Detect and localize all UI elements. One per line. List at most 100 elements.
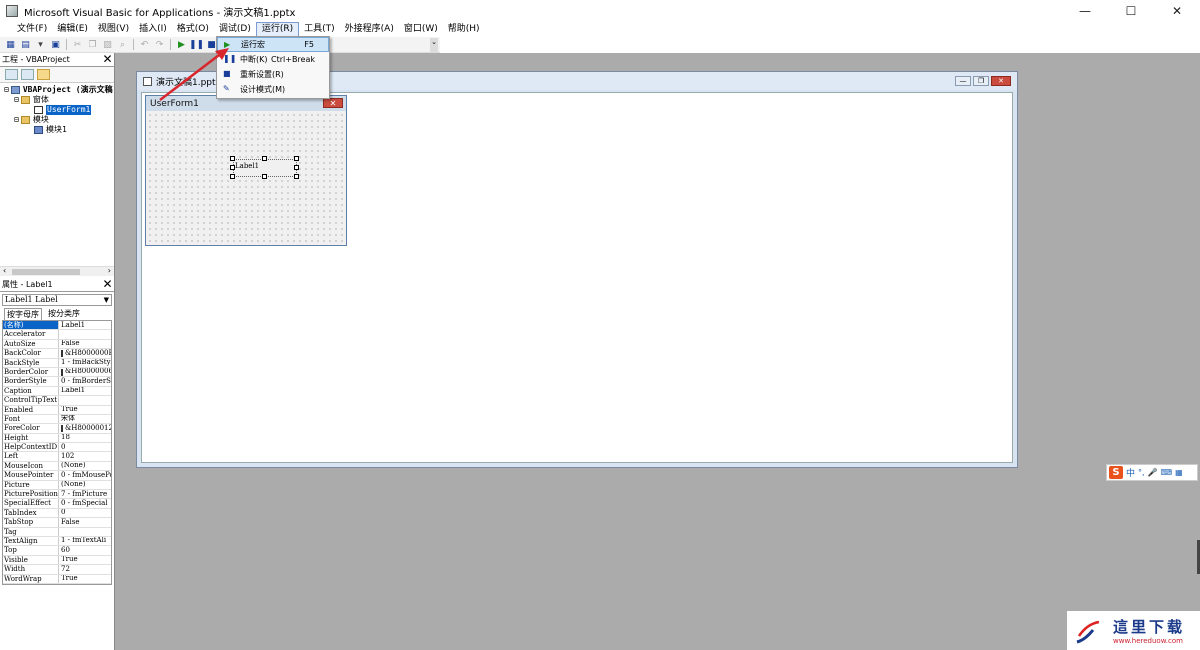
property-value[interactable] bbox=[59, 330, 111, 338]
view-code-icon[interactable] bbox=[5, 69, 18, 80]
property-value[interactable]: 宋体 bbox=[59, 415, 111, 423]
property-row[interactable]: Accelerator bbox=[3, 330, 111, 340]
scroll-left-icon[interactable]: ‹ bbox=[3, 266, 6, 275]
toggle-folders-icon[interactable] bbox=[37, 69, 50, 80]
property-row[interactable]: Height 18 bbox=[3, 433, 111, 444]
menu-edit[interactable]: 编辑(E) bbox=[52, 22, 93, 37]
tree-node-forms-folder[interactable]: ⊟ 窗体 bbox=[4, 95, 114, 105]
property-value[interactable]: True bbox=[59, 575, 111, 583]
tree-node-userform1[interactable]: UserForm1 bbox=[4, 105, 114, 115]
property-row[interactable]: Width 72 bbox=[3, 565, 111, 575]
view-host-app-icon[interactable]: ▦ bbox=[4, 39, 17, 51]
property-row[interactable]: BackColor&H8000000F& bbox=[3, 349, 111, 359]
cut-icon[interactable]: ✂ bbox=[71, 39, 84, 51]
property-value[interactable] bbox=[59, 528, 111, 536]
userform-designer[interactable]: UserForm1 ✕ Label1 bbox=[145, 95, 347, 246]
property-value[interactable]: False bbox=[59, 340, 111, 348]
property-row[interactable]: Caption Label1 bbox=[3, 386, 111, 397]
property-value[interactable]: 0 bbox=[59, 443, 111, 451]
tab-categorized[interactable]: 按分类序 bbox=[48, 308, 80, 320]
dropdown-arrow-icon[interactable]: ▾ bbox=[34, 39, 47, 51]
copy-icon[interactable]: ❐ bbox=[86, 39, 99, 51]
property-value[interactable]: Label1 bbox=[59, 321, 111, 329]
property-row[interactable]: WordWrap True bbox=[3, 574, 111, 584]
resize-handle[interactable] bbox=[294, 165, 299, 170]
menu-help[interactable]: 帮助(H) bbox=[443, 22, 485, 37]
property-row[interactable]: BackStyle1 - fmBackStyle bbox=[3, 358, 111, 368]
property-value[interactable]: False bbox=[59, 518, 111, 526]
property-row[interactable]: PicturePosition 7 - fmPicture bbox=[3, 490, 111, 500]
property-row[interactable]: TabIndex 0 bbox=[3, 508, 111, 519]
undo-icon[interactable]: ↶ bbox=[138, 39, 151, 51]
property-value[interactable]: &H80000006& bbox=[59, 368, 111, 376]
property-value[interactable]: 60 bbox=[59, 546, 111, 554]
microphone-icon[interactable]: 🎤 bbox=[1148, 468, 1158, 477]
menu-file[interactable]: 文件(F) bbox=[12, 22, 52, 37]
project-pane-close-icon[interactable]: ✕ bbox=[101, 53, 114, 66]
property-row[interactable]: BorderStyle 0 - fmBorderS bbox=[3, 377, 111, 387]
resize-handle[interactable] bbox=[262, 156, 267, 161]
property-value[interactable]: (None) bbox=[59, 481, 111, 489]
property-row[interactable]: BorderColor&H80000006& bbox=[3, 367, 111, 378]
resize-handle[interactable] bbox=[294, 174, 299, 179]
property-row[interactable]: Visible True bbox=[3, 555, 111, 566]
property-row[interactable]: MousePointer 0 - fmMousePo bbox=[3, 471, 111, 481]
close-button[interactable]: ✕ bbox=[1154, 0, 1200, 22]
resize-handle[interactable] bbox=[294, 156, 299, 161]
punctuation-icon[interactable]: °, bbox=[1138, 468, 1145, 477]
property-value[interactable]: 18 bbox=[59, 434, 111, 442]
maximize-button[interactable]: ☐ bbox=[1108, 0, 1154, 22]
property-row[interactable]: SpecialEffect 0 - fmSpecial bbox=[3, 499, 111, 509]
property-row[interactable]: Enabled True bbox=[3, 405, 111, 415]
property-row[interactable]: Left 102 bbox=[3, 452, 111, 462]
keyboard-icon[interactable]: ⌨ bbox=[1161, 468, 1173, 477]
minimize-button[interactable]: — bbox=[1062, 0, 1108, 22]
property-row[interactable]: TabStop False bbox=[3, 518, 111, 528]
property-row[interactable]: (名称) Label1 bbox=[3, 321, 111, 331]
property-value[interactable]: 102 bbox=[59, 452, 111, 460]
property-value[interactable]: True bbox=[59, 406, 111, 414]
property-value[interactable] bbox=[59, 396, 111, 404]
find-icon[interactable]: ⌕ bbox=[116, 39, 129, 51]
menu-addins[interactable]: 外接程序(A) bbox=[340, 22, 399, 37]
menu-format[interactable]: 格式(O) bbox=[172, 22, 214, 37]
tree-node-module1[interactable]: 模块1 bbox=[4, 125, 114, 135]
property-value[interactable]: True bbox=[59, 556, 111, 564]
property-row[interactable]: TextAlign 1 - fmTextAli bbox=[3, 536, 111, 547]
object-select[interactable]: Label1 Label ▼ bbox=[2, 294, 112, 306]
designer-restore-button[interactable]: ❐ bbox=[973, 76, 989, 86]
resize-handle[interactable] bbox=[230, 156, 235, 161]
property-value[interactable]: 0 bbox=[59, 509, 111, 517]
menu-window[interactable]: 窗口(W) bbox=[399, 22, 443, 37]
property-row[interactable]: ControlTipText bbox=[3, 396, 111, 406]
toolbar-overflow-icon[interactable]: ⌄ bbox=[430, 38, 438, 52]
menu-view[interactable]: 视图(V) bbox=[93, 22, 134, 37]
view-object-icon[interactable] bbox=[21, 69, 34, 80]
property-row[interactable]: MouseIcon (None) bbox=[3, 461, 111, 472]
property-value[interactable]: 1 - fmBackStyle bbox=[59, 359, 111, 367]
ime-lang-toggle[interactable]: 中 bbox=[1126, 466, 1135, 479]
properties-pane-close-icon[interactable]: ✕ bbox=[101, 278, 114, 291]
property-value[interactable]: 7 - fmPicture bbox=[59, 490, 111, 498]
property-row[interactable]: AutoSize False bbox=[3, 339, 111, 350]
toolbox-icon[interactable]: ▦ bbox=[1175, 468, 1183, 477]
property-value[interactable]: 0 - fmBorderS bbox=[59, 377, 111, 385]
menu-run[interactable]: 运行(R) bbox=[255, 22, 300, 37]
property-value[interactable]: (None) bbox=[59, 462, 111, 470]
property-value[interactable]: 1 - fmTextAli bbox=[59, 537, 111, 545]
project-pane-scrollbar[interactable]: ‹ › bbox=[0, 266, 114, 276]
scroll-right-icon[interactable]: › bbox=[108, 266, 111, 275]
resize-handle[interactable] bbox=[230, 165, 235, 170]
property-value[interactable]: 72 bbox=[59, 565, 111, 573]
save-icon[interactable]: ▣ bbox=[49, 39, 62, 51]
menu-insert[interactable]: 插入(I) bbox=[134, 22, 172, 37]
property-row[interactable]: Font 宋体 bbox=[3, 414, 111, 425]
resize-handle[interactable] bbox=[230, 174, 235, 179]
property-value[interactable]: Label1 bbox=[59, 387, 111, 395]
menu-tools[interactable]: 工具(T) bbox=[299, 22, 340, 37]
property-row[interactable]: Picture (None) bbox=[3, 480, 111, 491]
tab-alphabetic[interactable]: 按字母序 bbox=[4, 308, 42, 320]
property-value[interactable]: 0 - fmSpecial bbox=[59, 499, 111, 507]
userform-grid[interactable]: Label1 bbox=[147, 112, 345, 244]
designer-close-button[interactable]: ✕ bbox=[991, 76, 1011, 86]
